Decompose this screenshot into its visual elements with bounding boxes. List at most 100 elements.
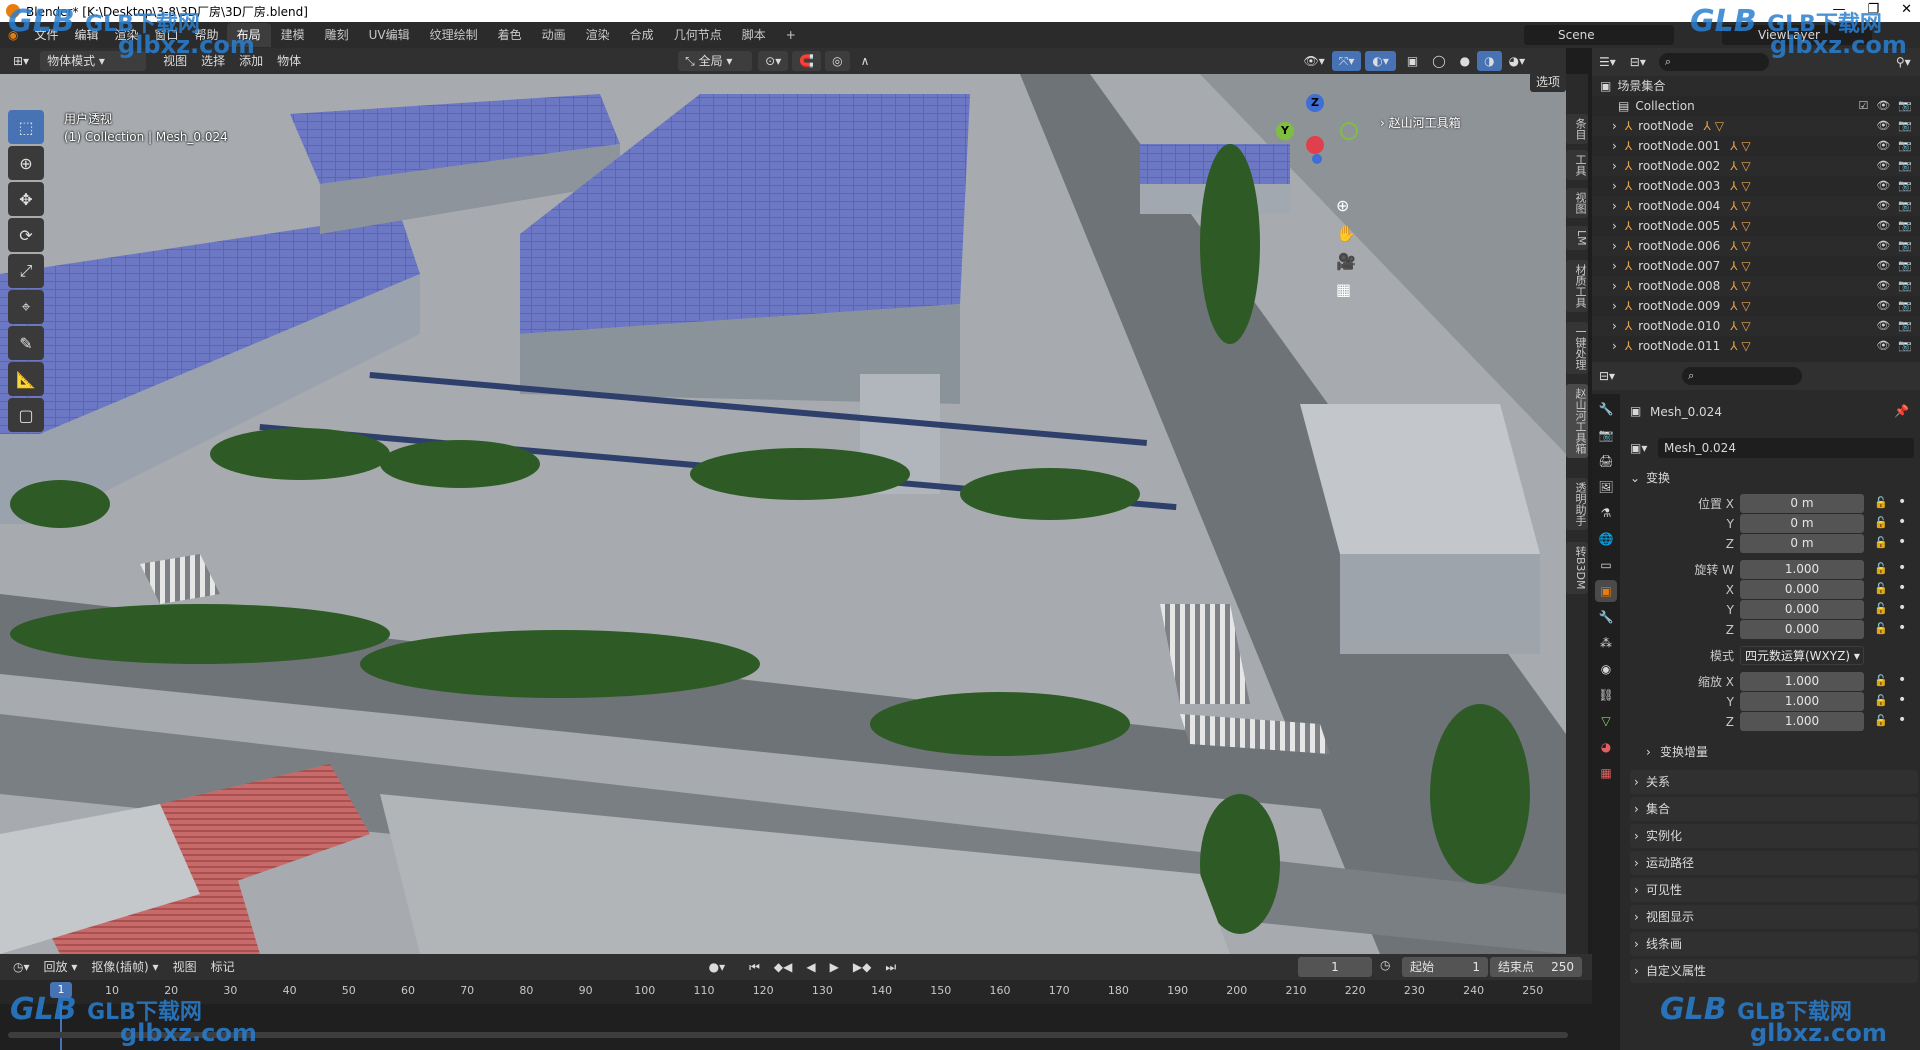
camera-icon[interactable]: 📷 bbox=[1898, 116, 1912, 136]
pivot-point-icon[interactable]: ⊙▾ bbox=[758, 51, 789, 71]
lock-icon[interactable]: 🔓 bbox=[1874, 674, 1888, 687]
camera-icon[interactable]: 📷 bbox=[1898, 296, 1912, 316]
timeline-editor-type-icon[interactable]: ◷▾ bbox=[6, 957, 37, 977]
gizmo-z-axis[interactable]: Z bbox=[1306, 94, 1324, 112]
scale-y-field[interactable]: 1.000 bbox=[1740, 692, 1864, 711]
lock-icon[interactable]: 🔓 bbox=[1874, 714, 1888, 727]
object-tab-icon[interactable]: ▣ bbox=[1595, 580, 1617, 602]
sidetab-transparency[interactable]: 透明助手 bbox=[1566, 478, 1588, 530]
gizmo-neg-y-axis[interactable] bbox=[1340, 122, 1358, 140]
sidetab-b3dm[interactable]: 转B3DM bbox=[1566, 542, 1588, 594]
camera-icon[interactable]: 📷 bbox=[1898, 96, 1912, 116]
outliner-item-row[interactable]: › ⅄ rootNode.010 ⅄ ▽ 👁 📷 bbox=[1592, 316, 1920, 336]
object-name[interactable]: Mesh_0.024 bbox=[1650, 402, 1722, 422]
sidetab-item[interactable]: 条目 bbox=[1566, 114, 1588, 144]
rotation-y-field[interactable]: 0.000 bbox=[1740, 600, 1864, 619]
gizmo-icon[interactable]: ⤧▾ bbox=[1331, 51, 1362, 71]
menu-object[interactable]: 物体 bbox=[270, 51, 308, 71]
expand-arrow-icon[interactable]: › bbox=[1612, 316, 1617, 336]
snap-icon[interactable]: 🧲 bbox=[792, 51, 822, 71]
gizmo-neg-z-axis[interactable] bbox=[1312, 154, 1322, 164]
rotation-z-field[interactable]: 0.000 bbox=[1740, 620, 1864, 639]
panel-6[interactable]: › 线条画 bbox=[1630, 932, 1918, 956]
camera-icon[interactable]: 📷 bbox=[1898, 136, 1912, 156]
sidetab-toolbox[interactable]: 赵山河工具箱 bbox=[1566, 384, 1588, 458]
properties-editor-type-icon[interactable]: ⊟▾ bbox=[1592, 366, 1622, 386]
menu-keying[interactable]: 抠像(插帧) ▾ bbox=[84, 957, 165, 977]
workspace-tab-modeling[interactable]: 建模 bbox=[271, 23, 315, 47]
expand-arrow-icon[interactable]: › bbox=[1612, 136, 1617, 156]
auto-keying-icon[interactable]: ●▾ bbox=[702, 957, 733, 977]
panel-2[interactable]: › 实例化 bbox=[1630, 824, 1918, 848]
eye-icon[interactable]: 👁 bbox=[1876, 316, 1890, 336]
camera-icon[interactable]: 📷 bbox=[1898, 236, 1912, 256]
eye-icon[interactable]: 👁 bbox=[1876, 256, 1890, 276]
annotate-tool-icon[interactable]: ✎ bbox=[8, 326, 44, 360]
menu-timeline-view[interactable]: 视图 bbox=[166, 957, 204, 977]
solid-shading-icon[interactable]: ● bbox=[1453, 51, 1477, 71]
display-mode-icon[interactable]: ⊟▾ bbox=[1623, 52, 1653, 72]
object-name-field[interactable]: Mesh_0.024 bbox=[1658, 438, 1914, 458]
expand-arrow-icon[interactable]: › bbox=[1612, 256, 1617, 276]
eye-icon[interactable]: 👁 bbox=[1876, 176, 1890, 196]
expand-arrow-icon[interactable]: › bbox=[1612, 116, 1617, 136]
navigation-gizmo[interactable]: Z Y bbox=[1268, 94, 1358, 174]
physics-tab-icon[interactable]: ◉ bbox=[1595, 658, 1617, 680]
outliner-item-row[interactable]: › ⅄ rootNode.005 ⅄ ▽ 👁 📷 bbox=[1592, 216, 1920, 236]
outliner-item-row[interactable]: › ⅄ rootNode.002 ⅄ ▽ 👁 📷 bbox=[1592, 156, 1920, 176]
transform-header[interactable]: ⌄ 变换 bbox=[1624, 468, 1920, 488]
checkbox-icon[interactable]: ☑ bbox=[1858, 96, 1868, 116]
pan-hand-icon[interactable]: ✋ bbox=[1336, 224, 1356, 243]
menu-marker[interactable]: 标记 bbox=[204, 957, 242, 977]
outliner-item-row[interactable]: › ⅄ rootNode.003 ⅄ ▽ 👁 📷 bbox=[1592, 176, 1920, 196]
constraints-tab-icon[interactable]: ⛓ bbox=[1595, 684, 1617, 706]
options-button[interactable]: 选项 bbox=[1530, 74, 1566, 92]
camera-icon[interactable]: 📷 bbox=[1898, 256, 1912, 276]
lock-icon[interactable]: 🔓 bbox=[1874, 694, 1888, 707]
collection-row[interactable]: ▤ Collection ☑ 👁 📷 bbox=[1592, 96, 1920, 116]
outliner-item-row[interactable]: › ⅄ rootNode ⅄ ▽ 👁 📷 bbox=[1592, 116, 1920, 136]
panel-4[interactable]: › 可见性 bbox=[1630, 878, 1918, 902]
delta-transform-subpanel[interactable]: › 变换增量 bbox=[1624, 742, 1920, 762]
scale-x-field[interactable]: 1.000 bbox=[1740, 672, 1864, 691]
camera-icon[interactable]: 📷 bbox=[1898, 316, 1912, 336]
camera-icon[interactable]: 📷 bbox=[1898, 276, 1912, 296]
location-z-field[interactable]: 0 m bbox=[1740, 534, 1864, 553]
current-frame-field[interactable]: 1 bbox=[1298, 957, 1372, 977]
lock-icon[interactable]: 🔓 bbox=[1874, 536, 1888, 549]
keyframe-dot-icon[interactable]: • bbox=[1898, 620, 1906, 636]
keyframe-dot-icon[interactable]: • bbox=[1898, 712, 1906, 728]
keyframe-dot-icon[interactable]: • bbox=[1898, 692, 1906, 708]
wireframe-shading-icon[interactable]: ◯ bbox=[1425, 51, 1452, 71]
material-shading-icon[interactable]: ◑ bbox=[1477, 51, 1502, 71]
frame-start-field[interactable]: 起始 1 bbox=[1402, 957, 1488, 977]
outliner-item-row[interactable]: › ⅄ rootNode.011 ⅄ ▽ 👁 📷 bbox=[1592, 336, 1920, 356]
view-layer-tab-icon[interactable]: 🖼 bbox=[1595, 476, 1617, 498]
camera-view-icon[interactable]: 🎥 bbox=[1336, 252, 1356, 271]
eye-icon[interactable]: 👁 bbox=[1876, 136, 1890, 156]
panel-0[interactable]: › 关系 bbox=[1630, 770, 1918, 794]
scene-collection-row[interactable]: ▣ 场景集合 bbox=[1592, 76, 1920, 96]
camera-icon[interactable]: 📷 bbox=[1898, 156, 1912, 176]
expand-arrow-icon[interactable]: › bbox=[1612, 276, 1617, 296]
jump-end-icon[interactable]: ⏭ bbox=[878, 957, 903, 977]
scene-tab-icon[interactable]: ⚗ bbox=[1595, 502, 1617, 524]
eye-icon[interactable]: 👁 bbox=[1876, 116, 1890, 136]
expand-arrow-icon[interactable]: › bbox=[1612, 336, 1617, 356]
proportional-edit-icon[interactable]: ◎ bbox=[825, 51, 850, 71]
expand-arrow-icon[interactable]: › bbox=[1612, 236, 1617, 256]
eye-icon[interactable]: 👁 bbox=[1876, 216, 1890, 236]
keyframe-dot-icon[interactable]: • bbox=[1898, 494, 1906, 510]
panel-3[interactable]: › 运动路径 bbox=[1630, 851, 1918, 875]
expand-arrow-icon[interactable]: › bbox=[1612, 176, 1617, 196]
keyframe-dot-icon[interactable]: • bbox=[1898, 514, 1906, 530]
lock-icon[interactable]: 🔓 bbox=[1874, 582, 1888, 595]
lock-icon[interactable]: 🔓 bbox=[1874, 562, 1888, 575]
expand-arrow-icon[interactable]: › bbox=[1612, 296, 1617, 316]
expand-arrow-icon[interactable]: › bbox=[1612, 216, 1617, 236]
overlay-icon[interactable]: ◐▾ bbox=[1365, 51, 1396, 71]
eye-icon[interactable]: 👁 bbox=[1876, 336, 1890, 356]
eye-icon[interactable]: 👁 bbox=[1876, 196, 1890, 216]
visibility-icon[interactable]: 👁▾ bbox=[1296, 51, 1331, 71]
outliner-item-row[interactable]: › ⅄ rootNode.009 ⅄ ▽ 👁 📷 bbox=[1592, 296, 1920, 316]
